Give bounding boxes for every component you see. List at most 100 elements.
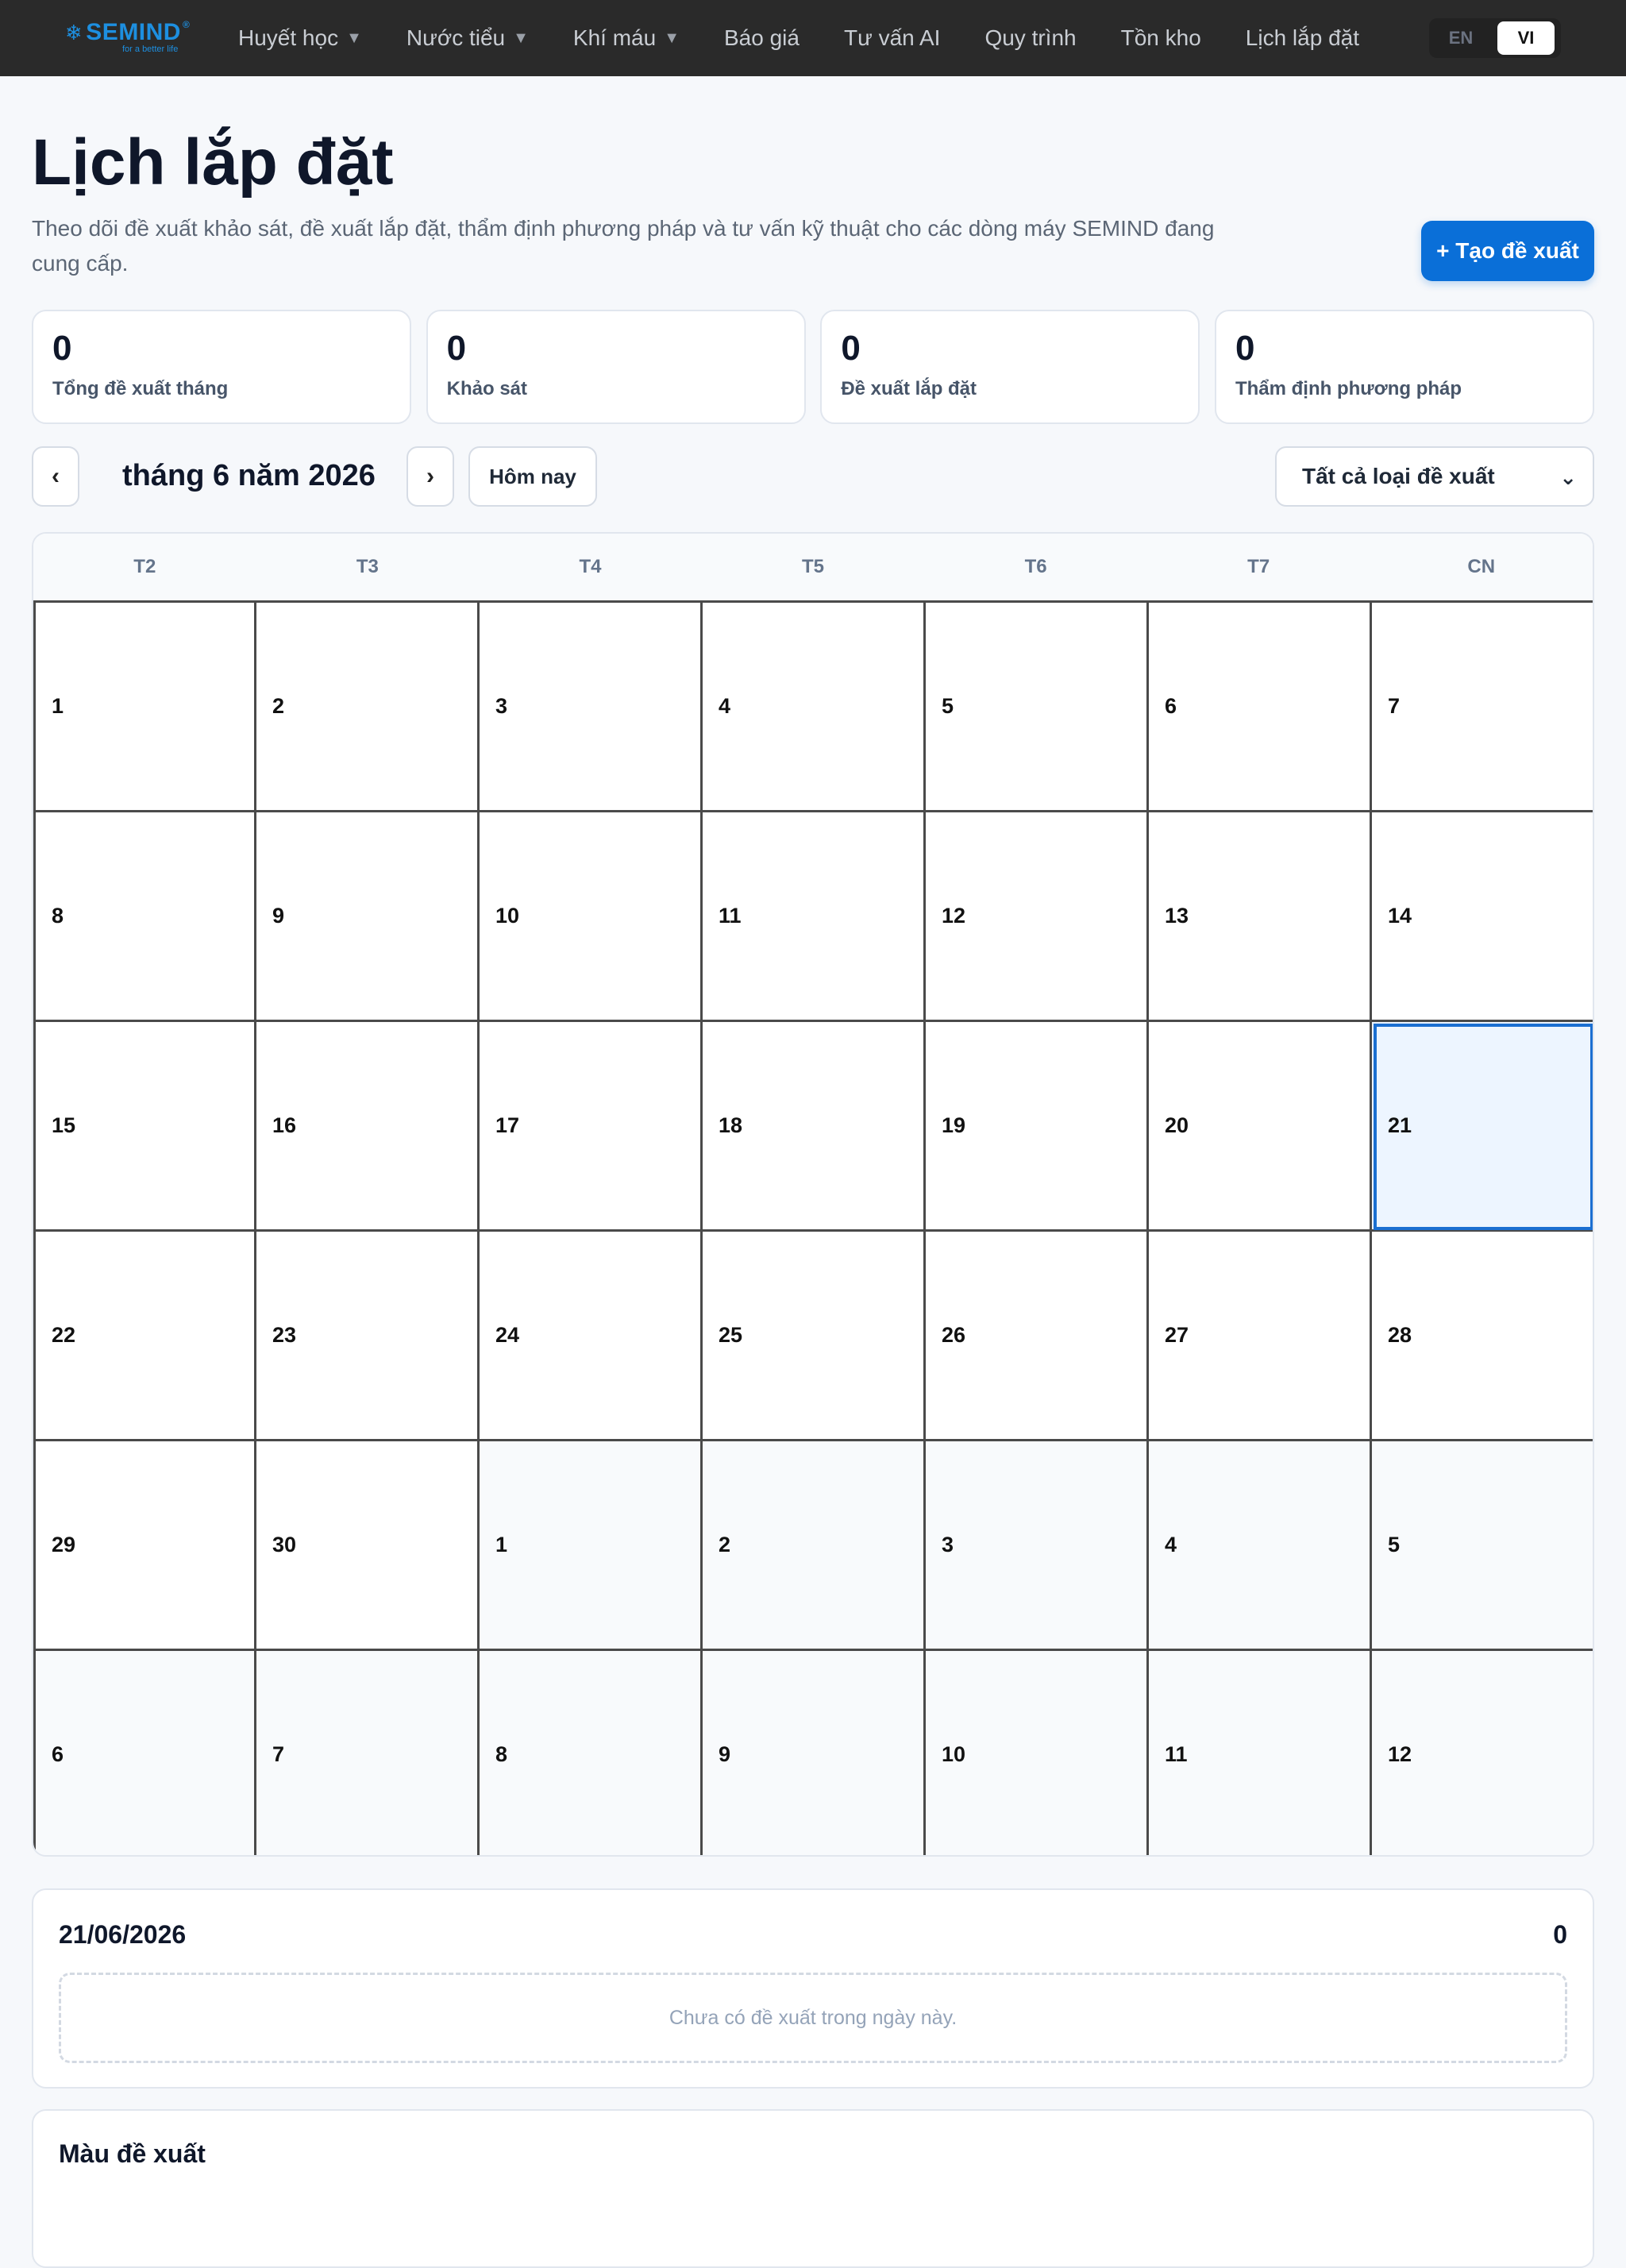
lang-en-button[interactable]: EN <box>1432 21 1489 55</box>
day-number: 3 <box>495 694 508 718</box>
nav-item-label: Nước tiểu <box>406 25 506 50</box>
calendar-weekday-header: T2 T3 T4 T5 T6 T7 CN <box>33 534 1593 600</box>
weekday-label: T5 <box>802 556 825 577</box>
calendar-day[interactable]: 8 <box>33 812 256 1022</box>
day-number: 1 <box>495 1533 508 1556</box>
calendar-day[interactable]: 9 <box>703 1651 926 1855</box>
prev-month-button[interactable]: ‹ <box>32 446 79 507</box>
day-number: 5 <box>942 694 954 718</box>
day-number: 30 <box>272 1533 297 1556</box>
calendar-day[interactable]: 1 <box>33 603 256 812</box>
nav-item-5[interactable]: Quy trình <box>984 25 1076 51</box>
selected-day-count: 0 <box>1553 1920 1567 1949</box>
calendar-day[interactable]: 22 <box>33 1232 256 1441</box>
next-month-button[interactable]: › <box>406 446 454 507</box>
nav-item-label: Tồn kho <box>1120 25 1201 50</box>
stat-label: Tổng đề xuất tháng <box>52 378 229 399</box>
calendar-day[interactable]: 4 <box>703 603 926 812</box>
calendar-day[interactable]: 8 <box>480 1651 703 1855</box>
calendar-day[interactable]: 29 <box>33 1441 256 1651</box>
calendar-day[interactable]: 28 <box>1372 1232 1593 1441</box>
today-button[interactable]: Hôm nay <box>468 446 597 507</box>
nav-item-0[interactable]: Huyết học ▼ <box>238 25 362 51</box>
top-nav: ❄ SEMIND ® for a better life Huyết học ▼ N… <box>0 0 1626 76</box>
calendar-day[interactable]: 2 <box>256 603 480 812</box>
lang-vi-button[interactable]: VI <box>1497 21 1555 55</box>
calendar-day[interactable]: 17 <box>480 1022 703 1232</box>
stat-label: Khảo sát <box>446 378 528 399</box>
calendar-day[interactable]: 12 <box>1372 1651 1593 1855</box>
calendar-day[interactable]: 3 <box>480 603 703 812</box>
day-number: 8 <box>52 904 64 928</box>
calendar-day[interactable]: 12 <box>926 812 1149 1022</box>
language-switch: EN VI <box>1429 18 1561 58</box>
day-number: 2 <box>272 694 285 718</box>
calendar-day[interactable]: 6 <box>33 1651 256 1855</box>
nav-menu: Huyết học ▼ Nước tiểu ▼ Khí máu ▼ Báo giá Tư vấ… <box>238 0 1404 76</box>
day-number: 9 <box>272 904 285 928</box>
nav-item-4[interactable]: Tư vấn AI <box>844 25 940 51</box>
color-legend-title: Màu đề xuất <box>59 2139 206 2168</box>
calendar: T2 T3 T4 T5 T6 T7 CN 1 2 3 4 5 6 7 8 9 10 11 12 13 14 15 16 17… <box>32 532 1594 1857</box>
nav-item-1[interactable]: Nước tiểu ▼ <box>406 25 529 51</box>
proposal-type-select[interactable]: Tất cả loại đề xuất ⌄ <box>1275 446 1594 507</box>
calendar-day[interactable]: 24 <box>480 1232 703 1441</box>
create-proposal-button[interactable]: + Tạo đề xuất <box>1421 221 1594 281</box>
calendar-day[interactable]: 19 <box>926 1022 1149 1232</box>
day-number: 6 <box>52 1742 64 1766</box>
calendar-day-selected[interactable]: 21 <box>1372 1022 1593 1232</box>
nav-item-3[interactable]: Báo giá <box>724 25 800 51</box>
calendar-day[interactable]: 5 <box>926 603 1149 812</box>
day-number: 5 <box>1388 1533 1401 1556</box>
day-number: 19 <box>942 1113 966 1137</box>
brand-name: SEMIND <box>86 19 181 45</box>
month-label: tháng 6 năm 2026 <box>122 459 376 492</box>
nav-item-7[interactable]: Lịch lắp đặt <box>1246 25 1359 51</box>
nav-item-label: Tư vấn AI <box>843 25 941 50</box>
calendar-day[interactable]: 9 <box>256 812 480 1022</box>
color-legend-panel: Màu đề xuất <box>32 2109 1594 2268</box>
calendar-day[interactable]: 6 <box>1149 603 1372 812</box>
day-number: 11 <box>719 904 742 928</box>
nav-item-label: Lịch lắp đặt <box>1245 25 1359 50</box>
calendar-day[interactable]: 11 <box>1149 1651 1372 1855</box>
calendar-day[interactable]: 1 <box>480 1441 703 1651</box>
calendar-day[interactable]: 3 <box>926 1441 1149 1651</box>
day-number: 16 <box>272 1113 297 1137</box>
nav-item-6[interactable]: Tồn kho <box>1121 25 1201 51</box>
nav-item-label: Huyết học <box>238 25 339 50</box>
nav-item-2[interactable]: Khí máu ▼ <box>573 25 680 51</box>
calendar-day[interactable]: 26 <box>926 1232 1149 1441</box>
calendar-day[interactable]: 5 <box>1372 1441 1593 1651</box>
calendar-day[interactable]: 23 <box>256 1232 480 1441</box>
calendar-day[interactable]: 27 <box>1149 1232 1372 1441</box>
calendar-day[interactable]: 13 <box>1149 812 1372 1022</box>
calendar-grid: 1 2 3 4 5 6 7 8 9 10 11 12 13 14 15 16 17 18 19 20 21 22 23 24 2… <box>33 600 1593 1855</box>
stat-value: 0 <box>1235 329 1255 368</box>
day-number: 13 <box>1165 904 1189 928</box>
calendar-day[interactable]: 30 <box>256 1441 480 1651</box>
day-number: 25 <box>719 1323 743 1347</box>
calendar-day[interactable]: 18 <box>703 1022 926 1232</box>
calendar-day[interactable]: 14 <box>1372 812 1593 1022</box>
calendar-day[interactable]: 25 <box>703 1232 926 1441</box>
stat-value: 0 <box>841 329 861 368</box>
calendar-day[interactable]: 4 <box>1149 1441 1372 1651</box>
registered-mark: ® <box>182 19 191 30</box>
calendar-day[interactable]: 15 <box>33 1022 256 1232</box>
calendar-day[interactable]: 20 <box>1149 1022 1372 1232</box>
calendar-day[interactable]: 7 <box>1372 603 1593 812</box>
calendar-day[interactable]: 7 <box>256 1651 480 1855</box>
calendar-day[interactable]: 11 <box>703 812 926 1022</box>
calendar-day[interactable]: 16 <box>256 1022 480 1232</box>
calendar-day[interactable]: 10 <box>480 812 703 1022</box>
stat-card: 0 Tổng đề xuất tháng <box>32 310 411 424</box>
calendar-day[interactable]: 10 <box>926 1651 1149 1855</box>
stat-card: 0 Thẩm định phương pháp <box>1214 310 1594 424</box>
day-number: 10 <box>495 904 520 928</box>
calendar-day[interactable]: 2 <box>703 1441 926 1651</box>
day-number: 4 <box>1165 1533 1177 1556</box>
brand-logo[interactable]: ❄ SEMIND ® for a better life <box>65 19 190 57</box>
weekday-label: T3 <box>356 556 379 577</box>
nav-item-label: Khí máu <box>572 25 657 50</box>
